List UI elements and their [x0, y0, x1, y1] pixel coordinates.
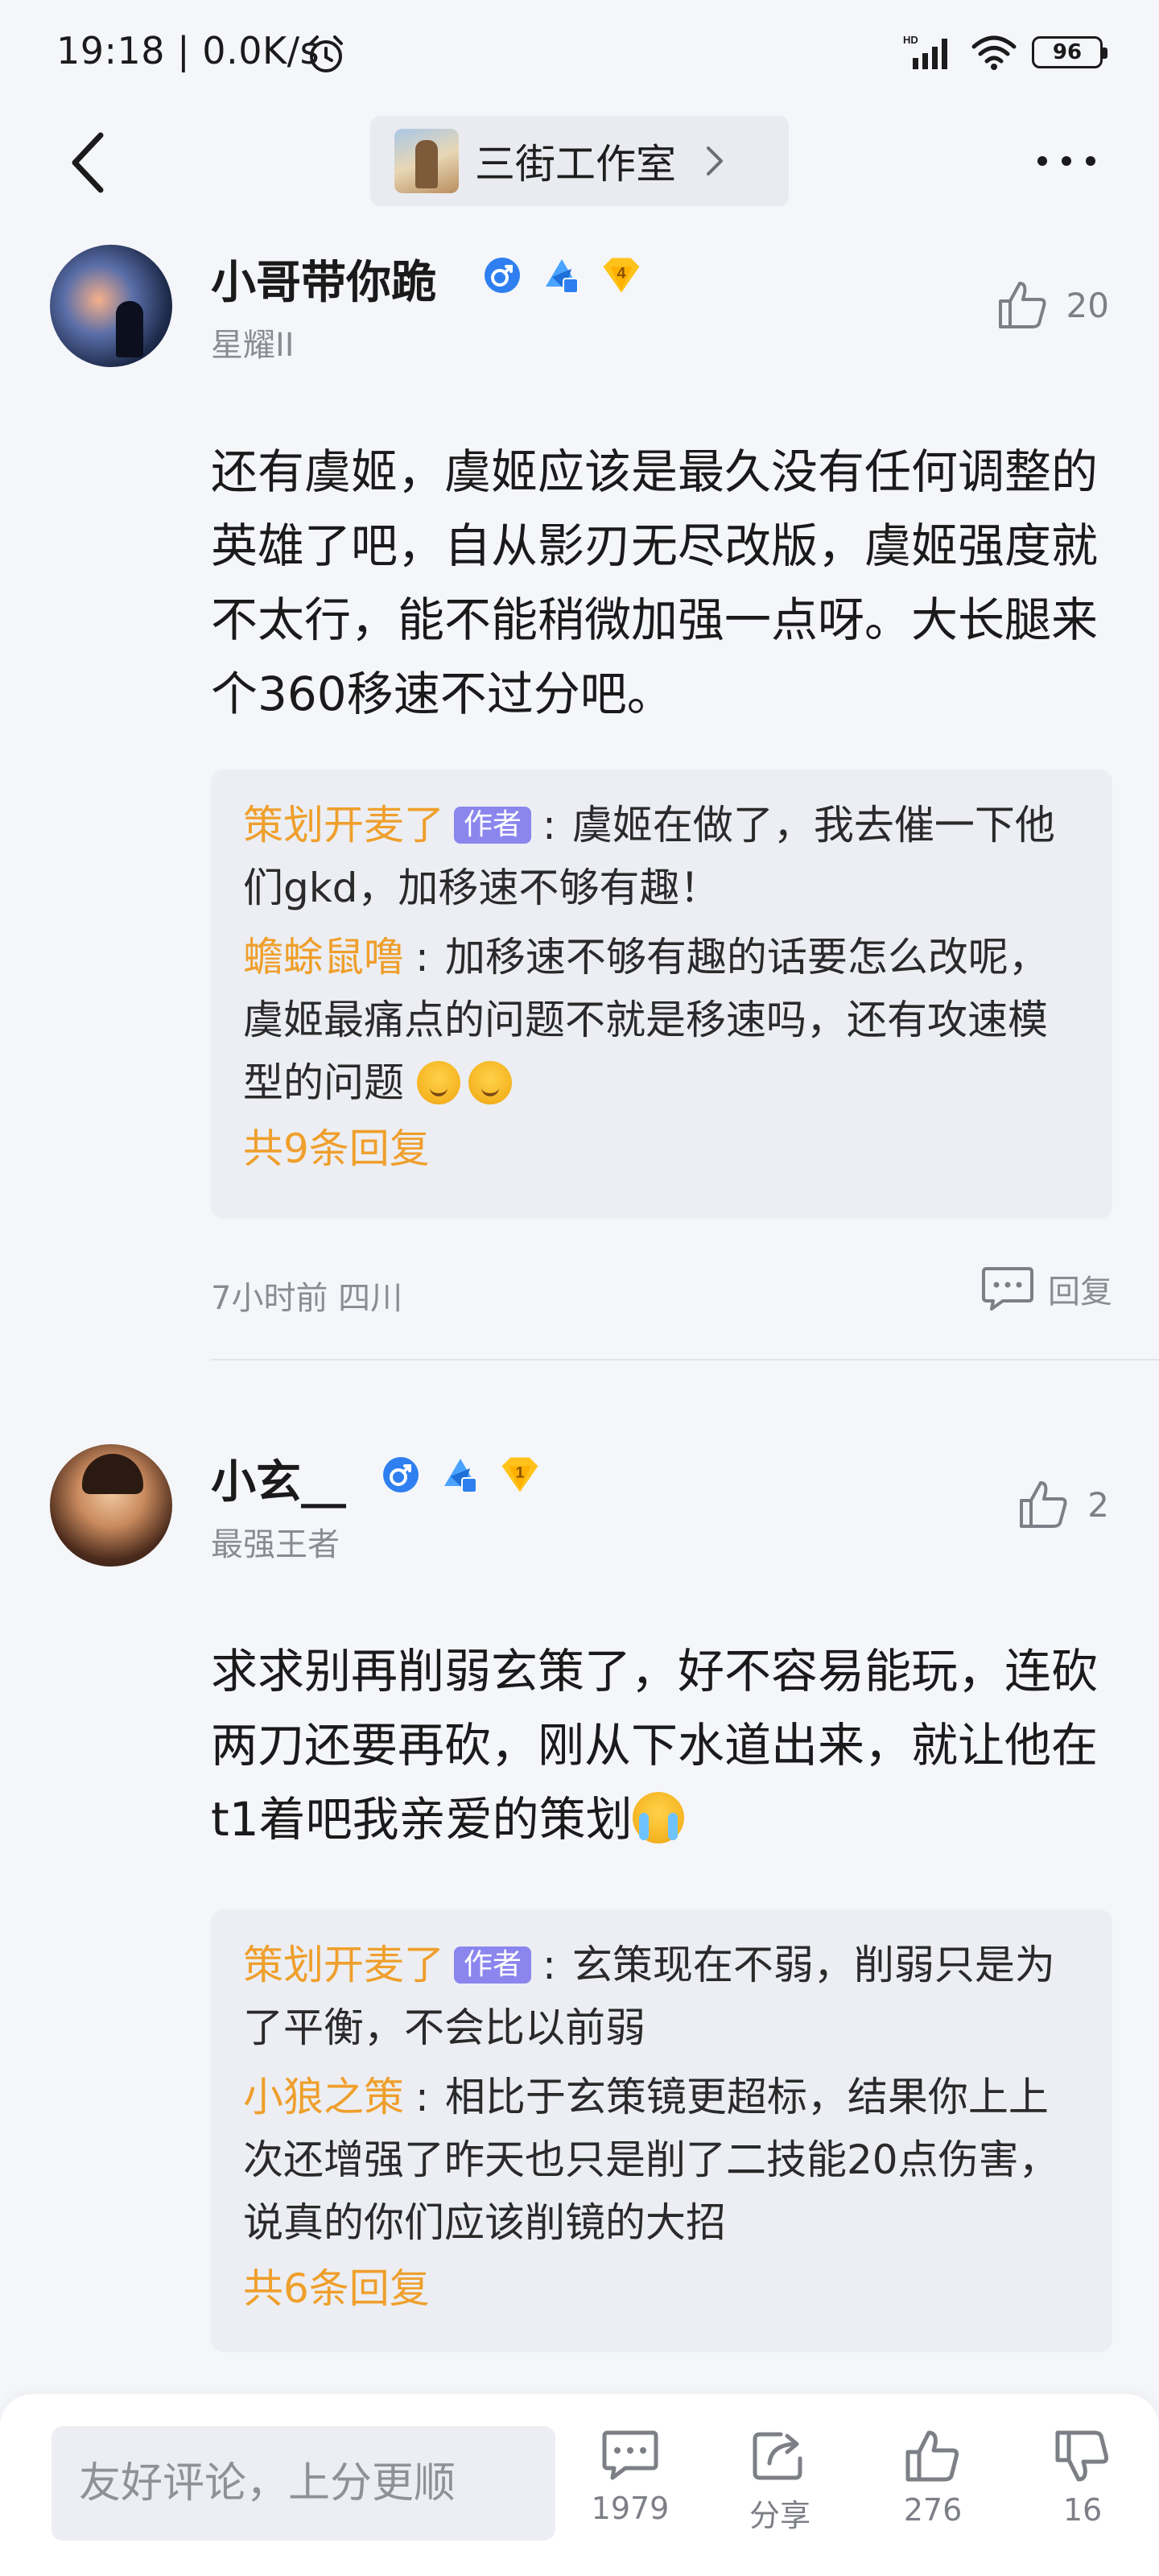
channel-avatar — [394, 129, 459, 193]
dislike-post-button[interactable]: 16 — [1030, 2429, 1135, 2528]
reply-author[interactable]: 策划开麦了 — [243, 802, 444, 848]
avatar[interactable] — [50, 1444, 172, 1567]
thumbs-up-icon — [1020, 1481, 1067, 1528]
reply-item: 蟾蜍鼠噜: 加移速不够有趣的话要怎么改呢，虞姬最痛点的问题不就是移速吗，还有攻速模… — [243, 934, 1049, 1106]
like-post-button[interactable]: 276 — [881, 2429, 985, 2528]
chevron-right-icon — [705, 145, 724, 177]
view-all-replies-link[interactable]: 共9条回复 — [243, 1121, 1080, 1177]
wifi-icon — [971, 35, 1017, 70]
back-arrow-icon — [72, 132, 104, 193]
reply-item: 小狼之策: 相比于玄策镜更超标，结果你上上次还增强了昨天也只是削了二技能20点伤害… — [243, 2074, 1059, 2246]
nav-bar: 三街工作室 — [0, 113, 1159, 209]
comment-count: 1979 — [591, 2491, 670, 2526]
more-dots-icon — [1037, 156, 1095, 166]
comment-bubble-icon — [602, 2430, 658, 2480]
user-badges: 1 — [380, 1454, 541, 1496]
rank-badge-icon: 4 — [600, 254, 642, 296]
author-tag: 作者 — [454, 807, 532, 844]
comment-bubble-icon — [982, 1267, 1033, 1311]
status-bar: 19:18 | 0.0K/s HD 96 — [0, 0, 1159, 113]
username[interactable]: 小玄__ — [211, 1446, 346, 1511]
author-tag: 作者 — [454, 1946, 532, 1984]
comments-button[interactable]: 1979 — [578, 2429, 683, 2526]
verified-player-icon — [541, 254, 583, 296]
user-rank: 最强王者 — [211, 1526, 340, 1563]
thumbs-up-icon — [905, 2430, 959, 2482]
alarm-icon — [309, 35, 343, 72]
reply-author[interactable]: 小狼之策 — [243, 2074, 404, 2120]
yawn-emoji-icon — [468, 1061, 512, 1104]
channel-selector[interactable]: 三街工作室 — [370, 116, 789, 206]
status-icons: HD 96 — [903, 32, 1107, 72]
comment-text: 求求别再削弱玄策了，好不容易能玩，连砍两刀还要再砍，刚从下水道出来，就让他在t1… — [211, 1634, 1112, 1856]
reply-button[interactable]: 回复 — [982, 1265, 1112, 1312]
like-button[interactable]: 20 — [997, 280, 1109, 330]
reply-item: 策划开麦了 作者: 玄策现在不弱，削弱只是为了平衡，不会比以前弱 — [243, 1942, 1055, 2051]
battery-indicator: 96 — [1032, 36, 1107, 68]
thumbs-up-icon — [998, 282, 1046, 328]
svg-text:1: 1 — [516, 1464, 525, 1482]
yawn-emoji-icon — [416, 1061, 460, 1104]
reply-item: 策划开麦了 作者: 虞姬在做了，我去催一下他们gkd，加移速不够有趣！ — [243, 802, 1055, 911]
rank-badge-icon: 1 — [499, 1454, 541, 1496]
view-all-replies-link[interactable]: 共6条回复 — [243, 2260, 1080, 2317]
reply-author[interactable]: 蟾蜍鼠噜 — [243, 934, 404, 980]
svg-text:HD: HD — [903, 34, 918, 46]
comment-item: 小玄__ 1 最强王者 2 求求别再削弱玄策了，好不容易能玩，连砍两刀还要再砍，… — [0, 1441, 1159, 2391]
crying-emoji-icon — [632, 1792, 684, 1843]
like-count: 276 — [903, 2492, 963, 2528]
user-badges: 4 — [481, 254, 642, 296]
user-rank: 星耀II — [211, 327, 295, 364]
comment-divider — [211, 1359, 1159, 1360]
svg-text:4: 4 — [617, 265, 626, 283]
comment-text: 还有虞姬，虞姬应该是最久没有任何调整的英雄了吧，自从影刃无尽改版，虞姬强度就不太… — [211, 444, 1099, 721]
dislike-count: 16 — [1062, 2492, 1103, 2528]
share-label: 分享 — [749, 2498, 810, 2533]
status-time: 19:18 | 0.0K/s — [56, 29, 320, 72]
username[interactable]: 小哥带你跪 — [211, 246, 436, 312]
comment-meta: 7小时前 四川 回复 — [211, 1262, 1112, 1319]
share-icon — [753, 2432, 802, 2480]
comment-item: 小哥带你跪 4 星耀II 20 还有虞姬，虞姬应该是最久没有任何调整的英雄了吧，… — [0, 242, 1159, 1368]
comment-input[interactable] — [52, 2426, 555, 2541]
signal-hd-icon: HD — [903, 34, 947, 69]
like-button[interactable]: 2 — [1018, 1480, 1109, 1530]
reply-button-label: 回复 — [1048, 1274, 1112, 1311]
back-button[interactable] — [56, 130, 121, 195]
time-location: 7小时前 四川 — [211, 1280, 403, 1317]
thumbs-down-icon — [1055, 2430, 1108, 2482]
bottom-action-bar: 1979 分享 276 16 — [0, 2394, 1159, 2576]
reply-preview-box[interactable]: 策划开麦了 作者: 虞姬在做了，我去催一下他们gkd，加移速不够有趣！ 蟾蜍鼠噜: 加… — [211, 770, 1112, 1219]
male-gender-icon — [481, 254, 523, 296]
verified-player-icon — [439, 1454, 481, 1496]
reply-author[interactable]: 策划开麦了 — [243, 1942, 444, 1988]
reply-preview-box[interactable]: 策划开麦了 作者: 玄策现在不弱，削弱只是为了平衡，不会比以前弱 小狼之策: 相比于玄… — [211, 1909, 1112, 2352]
like-count: 2 — [1087, 1484, 1109, 1525]
more-options-button[interactable] — [1030, 137, 1103, 185]
male-gender-icon — [380, 1454, 422, 1496]
avatar[interactable] — [50, 245, 172, 367]
channel-name: 三街工作室 — [475, 141, 676, 188]
share-button[interactable]: 分享 — [728, 2429, 832, 2535]
like-count: 20 — [1066, 285, 1109, 325]
